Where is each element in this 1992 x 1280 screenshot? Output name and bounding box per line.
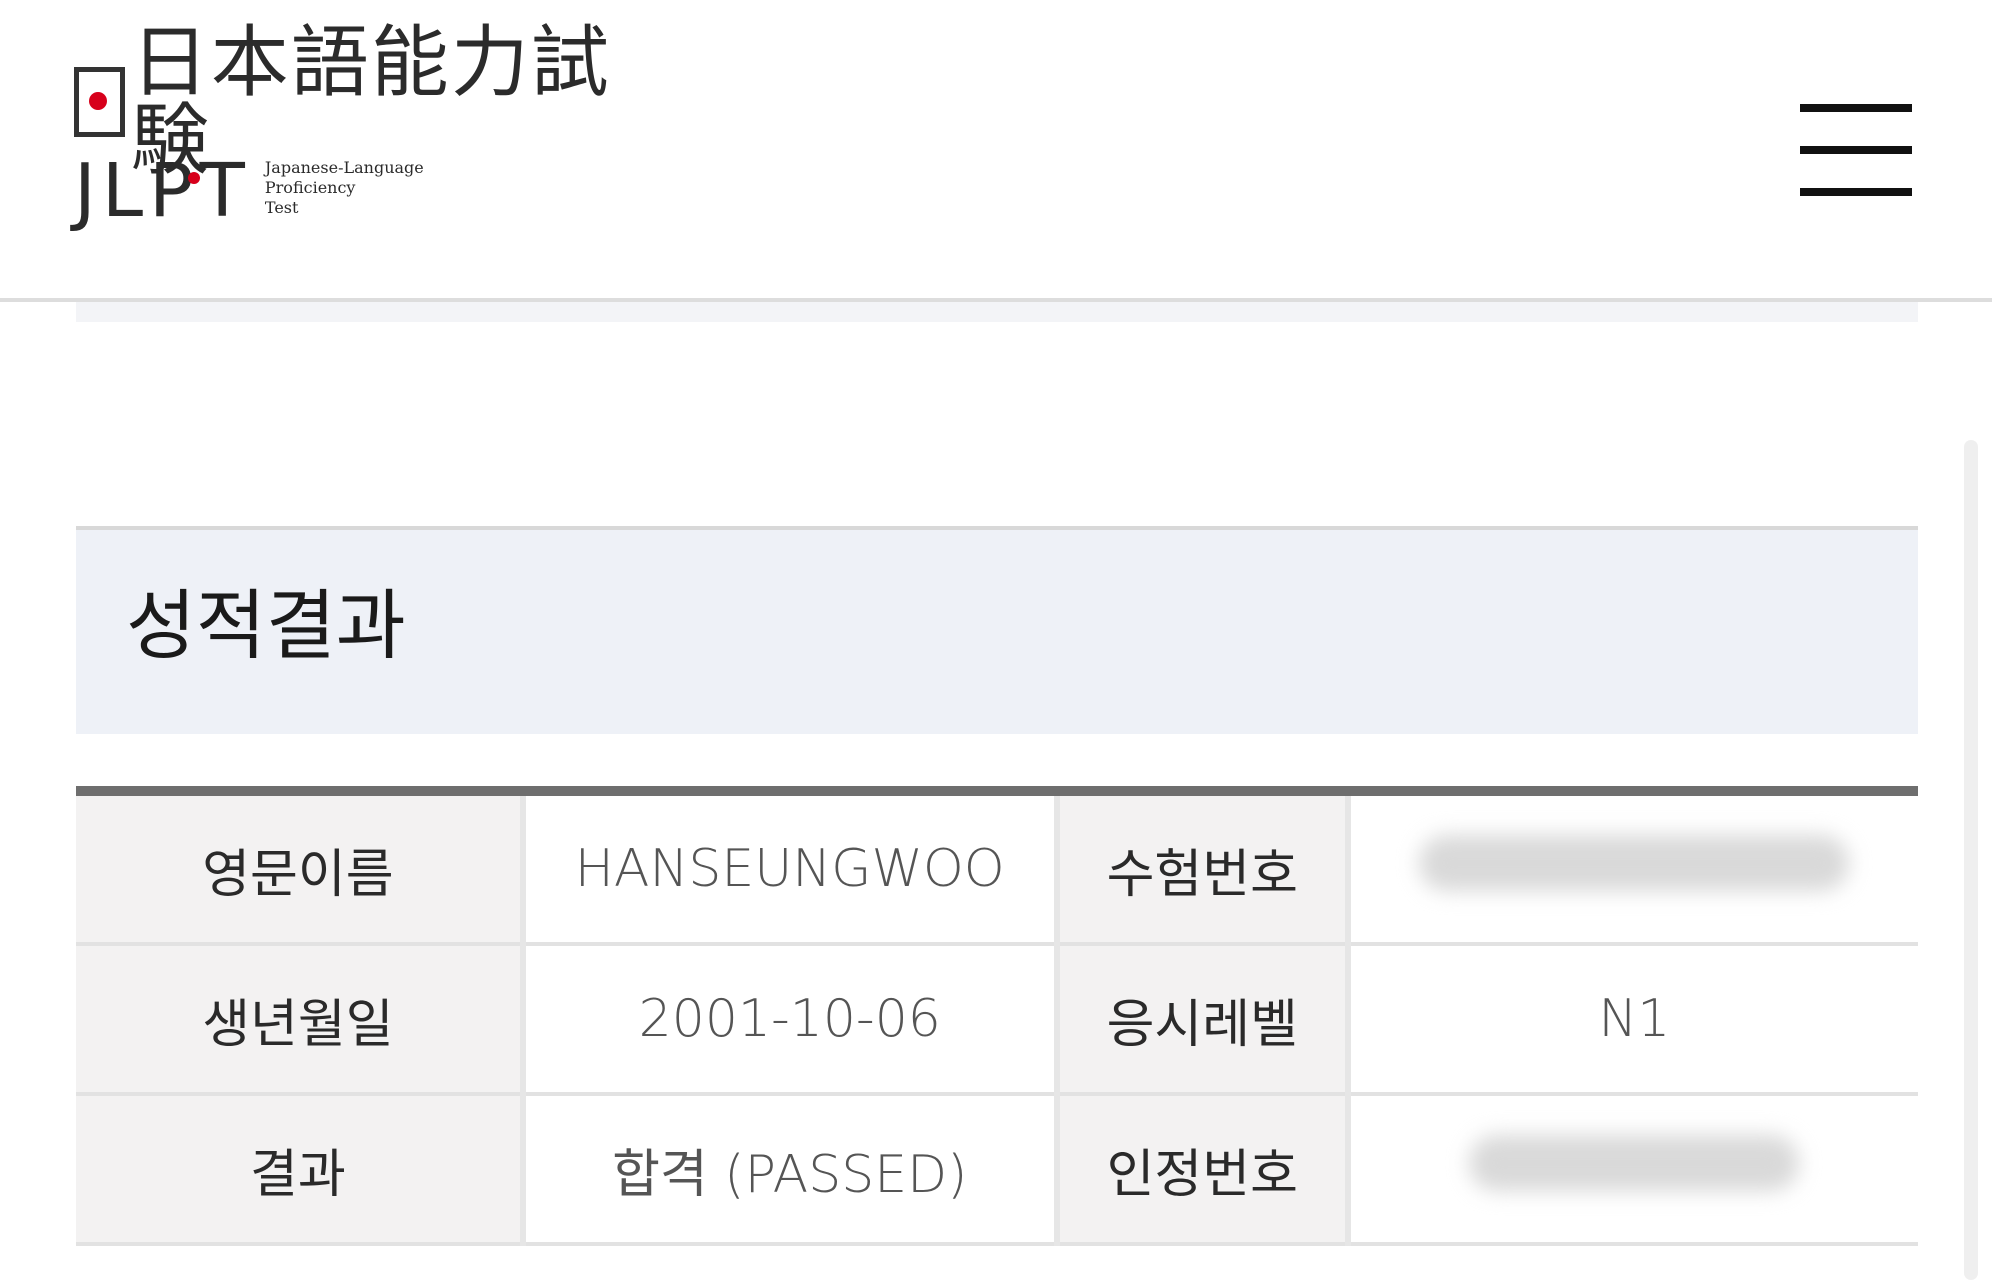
page: 日本語能力試験 JLPT Japanese-Language Proficien…	[0, 0, 1992, 1280]
value-result: 합격 (PASSED)	[522, 1094, 1060, 1246]
logo-sub-line-1: Japanese-Language	[264, 158, 424, 177]
scrollbar[interactable]	[1964, 440, 1978, 1280]
table-row: 결과 합격 (PASSED) 인정번호	[76, 1094, 1918, 1246]
logo-sub-line-2: Proficiency	[264, 178, 356, 197]
logo-sub-line-3: Test	[264, 198, 299, 217]
menu-bar-middle	[1800, 146, 1912, 154]
menu-bar-bottom	[1800, 188, 1912, 196]
japan-flag-icon	[74, 67, 125, 137]
value-english-name: HANSEUNGWOO	[522, 791, 1060, 946]
value-birth-date: 2001-10-06	[522, 944, 1060, 1096]
table-row: 생년월일 2001-10-06 응시레벨 N1	[76, 944, 1918, 1096]
section-title: 성적결과	[126, 581, 406, 670]
redacted-blur	[1419, 834, 1850, 891]
jlpt-logo[interactable]: 日本語能力試験 JLPT Japanese-Language Proficien…	[74, 24, 674, 244]
logo-jlpt-text: JLPT	[74, 154, 251, 228]
label-certification-number: 인정번호	[1056, 1094, 1351, 1246]
logo-subtitle: Japanese-Language Proficiency Test	[265, 158, 424, 218]
value-exam-level: N1	[1347, 944, 1918, 1096]
table-row: 영문이름 HANSEUNGWOO 수험번호	[76, 791, 1918, 946]
logo-english: JLPT Japanese-Language Proficiency Test	[74, 154, 424, 244]
value-certification-number-redacted	[1347, 1094, 1918, 1246]
section-heading-box: 성적결과	[76, 526, 1918, 734]
header-underlay-strip	[76, 302, 1918, 322]
label-result: 결과	[76, 1094, 526, 1246]
label-exam-number: 수험번호	[1056, 791, 1351, 946]
site-header: 日本語能力試験 JLPT Japanese-Language Proficien…	[0, 0, 1992, 302]
logo-red-dot	[188, 172, 200, 184]
hamburger-menu-icon[interactable]	[1800, 104, 1912, 196]
label-english-name: 영문이름	[76, 791, 526, 946]
redacted-blur	[1469, 1134, 1800, 1191]
results-table: 영문이름 HANSEUNGWOO 수험번호 생년월일 2001-10-06 응시…	[76, 786, 1918, 1246]
logo-japanese: 日本語能力試験	[74, 24, 674, 180]
logo-jlpt-label: JLPT	[74, 148, 251, 234]
label-exam-level: 응시레벨	[1056, 944, 1351, 1096]
value-exam-number-redacted	[1347, 791, 1918, 946]
label-birth-date: 생년월일	[76, 944, 526, 1096]
menu-bar-top	[1800, 104, 1912, 112]
